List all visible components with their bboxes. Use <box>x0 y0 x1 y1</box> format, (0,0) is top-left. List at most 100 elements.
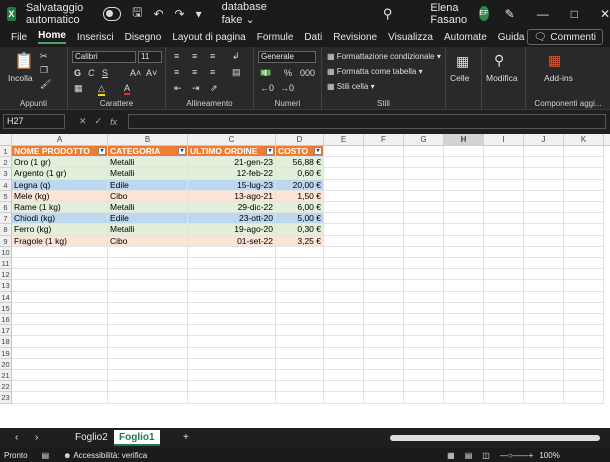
cell[interactable] <box>444 179 484 191</box>
cell[interactable] <box>484 314 524 326</box>
cell[interactable] <box>324 213 364 225</box>
table-cell[interactable]: Fragole (1 kg) <box>12 235 108 247</box>
cell[interactable] <box>524 213 564 225</box>
cell[interactable] <box>324 258 364 270</box>
cell[interactable] <box>404 302 444 314</box>
cell[interactable] <box>404 347 444 359</box>
tab-page-layout[interactable]: Layout di pagina <box>172 32 245 43</box>
column-header-d[interactable]: D <box>276 134 324 146</box>
cell[interactable] <box>276 381 324 393</box>
row-header[interactable]: 13 <box>0 280 12 292</box>
paste-icon[interactable]: 📋 <box>14 51 34 71</box>
cell[interactable] <box>364 224 404 236</box>
font-name-dropdown[interactable]: Calibri <box>72 51 136 63</box>
cell[interactable] <box>484 381 524 393</box>
table-cell[interactable]: 01-set-22 <box>188 235 276 247</box>
cell[interactable] <box>108 392 188 404</box>
column-header-a[interactable]: A <box>12 134 108 146</box>
cell[interactable] <box>524 381 564 393</box>
column-header-i[interactable]: I <box>484 134 524 146</box>
file-name[interactable]: database fake ⌄ <box>222 1 273 26</box>
cell[interactable] <box>364 202 404 214</box>
select-all-corner[interactable] <box>0 134 12 146</box>
cell[interactable] <box>324 146 364 158</box>
cell[interactable] <box>188 269 276 281</box>
table-cell[interactable]: 5,00 € <box>276 213 324 225</box>
align-bottom-icon[interactable]: ≡ <box>210 51 215 61</box>
customize-icon[interactable]: ▾ <box>196 7 202 21</box>
table-header-cell[interactable]: CATEGORIA ▾ <box>108 146 188 158</box>
table-cell[interactable]: Metalli <box>108 202 188 214</box>
row-header[interactable]: 1 <box>0 146 12 158</box>
cell[interactable] <box>524 157 564 169</box>
cell[interactable] <box>524 258 564 270</box>
column-header-g[interactable]: G <box>404 134 444 146</box>
cell[interactable] <box>324 291 364 303</box>
cell[interactable] <box>484 370 524 382</box>
cell[interactable] <box>324 336 364 348</box>
cell[interactable] <box>404 157 444 169</box>
column-header-j[interactable]: J <box>524 134 564 146</box>
tab-home[interactable]: Home <box>38 30 66 44</box>
cell[interactable] <box>364 235 404 247</box>
cell[interactable] <box>276 392 324 404</box>
cell[interactable] <box>524 146 564 158</box>
cell[interactable] <box>564 302 604 314</box>
cell[interactable] <box>524 190 564 202</box>
cell[interactable] <box>524 392 564 404</box>
column-header-k[interactable]: K <box>564 134 604 146</box>
cell[interactable] <box>188 358 276 370</box>
sheet-prev-icon[interactable]: ‹ <box>10 430 23 446</box>
cell[interactable] <box>324 325 364 337</box>
cell[interactable] <box>484 168 524 180</box>
add-sheet-button[interactable]: + <box>178 430 194 446</box>
table-cell[interactable]: Metalli <box>108 168 188 180</box>
cell[interactable] <box>12 291 108 303</box>
autosave-toggle[interactable] <box>102 6 122 21</box>
conditional-format-button[interactable]: ▦ Formattazione condizionale ▾ <box>327 52 441 61</box>
cell[interactable] <box>404 370 444 382</box>
table-cell[interactable]: 23-ott-20 <box>188 213 276 225</box>
table-cell[interactable]: Edile <box>108 213 188 225</box>
number-format-dropdown[interactable]: Generale <box>258 51 316 63</box>
merge-icon[interactable]: ▤ <box>232 67 241 78</box>
cell[interactable] <box>524 280 564 292</box>
redo-icon[interactable]: ↷ <box>175 7 185 21</box>
zoom-slider[interactable]: —○——+ <box>500 451 534 460</box>
table-cell[interactable]: 15-lug-23 <box>188 179 276 191</box>
cell[interactable] <box>188 336 276 348</box>
tab-file[interactable]: File <box>11 32 27 43</box>
font-color-icon[interactable]: A <box>124 83 131 95</box>
close-icon[interactable]: ✕ <box>600 7 610 21</box>
cell[interactable] <box>404 258 444 270</box>
cell[interactable] <box>564 358 604 370</box>
avatar[interactable]: EF <box>479 6 489 21</box>
cell[interactable] <box>364 269 404 281</box>
cell[interactable] <box>564 370 604 382</box>
table-cell[interactable]: 1,50 € <box>276 190 324 202</box>
cell[interactable] <box>404 213 444 225</box>
user-name[interactable]: Elena Fasano <box>430 2 473 26</box>
column-header-f[interactable]: F <box>364 134 404 146</box>
currency-icon[interactable]: 💵 <box>260 68 271 79</box>
cell[interactable] <box>484 269 524 281</box>
cell[interactable] <box>324 190 364 202</box>
cell[interactable] <box>404 381 444 393</box>
cell[interactable] <box>444 202 484 214</box>
table-cell[interactable]: 21-gen-23 <box>188 157 276 169</box>
table-header-cell[interactable]: NOME PRODOTTO ▾ <box>12 146 108 158</box>
cell[interactable] <box>108 347 188 359</box>
row-header[interactable]: 14 <box>0 291 12 303</box>
cell[interactable] <box>276 258 324 270</box>
cell[interactable] <box>364 168 404 180</box>
cell[interactable] <box>524 325 564 337</box>
name-box[interactable]: H27 <box>3 114 65 129</box>
bold-button[interactable]: G <box>74 68 81 78</box>
cell[interactable] <box>276 269 324 281</box>
cell[interactable] <box>444 258 484 270</box>
tab-insert[interactable]: Inserisci <box>77 32 114 43</box>
cell[interactable] <box>484 246 524 258</box>
cell[interactable] <box>364 314 404 326</box>
tab-draw[interactable]: Disegno <box>125 32 162 43</box>
cell[interactable] <box>524 314 564 326</box>
